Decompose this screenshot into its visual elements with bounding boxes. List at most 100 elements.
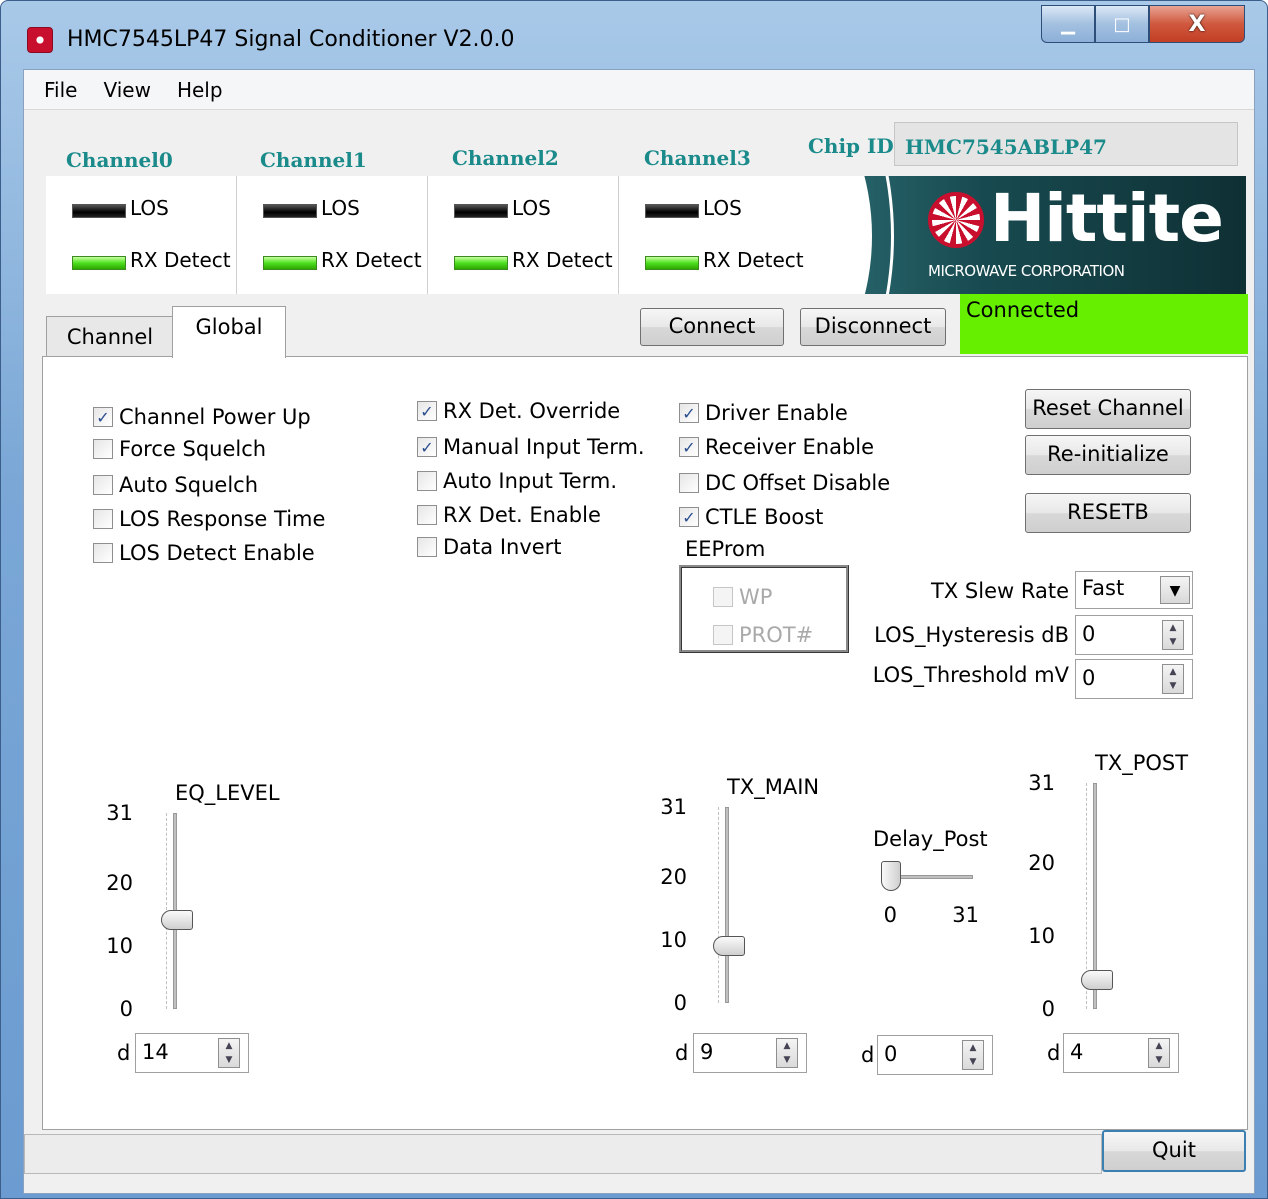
checkbox-box[interactable] — [93, 475, 113, 495]
channel0-leds: LOS RX Detect — [46, 176, 237, 294]
rx-det-override-checkbox[interactable]: ✓ RX Det. Override — [417, 399, 620, 423]
dropdown-arrow-icon[interactable]: ▼ — [1160, 576, 1190, 604]
checkbox-box[interactable] — [713, 625, 733, 645]
global-tab-panel: ✓ Channel Power Up Force Squelch Auto Squ… — [42, 356, 1248, 1130]
spin-arrows-icon[interactable]: ▲ ▼ — [1162, 620, 1184, 650]
channel2-label: Channel2 — [452, 146, 559, 170]
tick-label: 31 — [952, 903, 979, 927]
tx-post-spinbox[interactable]: 4 ▲ ▼ — [1063, 1033, 1179, 1073]
hittite-emblem-icon — [928, 192, 984, 248]
checkbox-label: LOS Detect Enable — [119, 541, 315, 565]
checkbox-box[interactable]: ✓ — [679, 403, 699, 423]
menu-view[interactable]: View — [91, 78, 164, 102]
channel3-label: Channel3 — [644, 146, 751, 170]
close-button[interactable]: X — [1149, 5, 1245, 43]
los-label: LOS — [321, 196, 360, 220]
reset-channel-button[interactable]: Reset Channel — [1025, 389, 1191, 429]
checkbox-box[interactable] — [417, 505, 437, 525]
tab-global[interactable]: Global — [172, 306, 286, 358]
checkbox-box[interactable] — [713, 587, 733, 607]
los-threshold-spinbox[interactable]: 0 ▲ ▼ — [1075, 659, 1193, 699]
checkbox-box[interactable]: ✓ — [417, 437, 437, 457]
los-indicator — [645, 204, 699, 218]
checkbox-box[interactable] — [93, 509, 113, 529]
tx-main-spinbox[interactable]: 9 ▲ ▼ — [693, 1033, 807, 1073]
channel0-label: Channel0 — [66, 148, 173, 172]
driver-enable-checkbox[interactable]: ✓ Driver Enable — [679, 401, 848, 425]
los-label: LOS — [512, 196, 551, 220]
tx-main-radix: d — [675, 1041, 689, 1065]
force-squelch-checkbox[interactable]: Force Squelch — [93, 437, 266, 461]
slider-thumb[interactable] — [713, 936, 745, 957]
resetb-button[interactable]: RESETB — [1025, 493, 1191, 533]
checkbox-box[interactable]: ✓ — [93, 407, 113, 427]
los-label: LOS — [703, 196, 742, 220]
hittite-logo: Hittite MICROWAVE CORPORATION — [812, 176, 1246, 294]
menu-file[interactable]: File — [24, 78, 91, 102]
spin-arrows-icon[interactable]: ▲ ▼ — [218, 1038, 240, 1068]
receiver-enable-checkbox[interactable]: ✓ Receiver Enable — [679, 435, 874, 459]
checkbox-box[interactable]: ✓ — [679, 437, 699, 457]
tick-label: 0 — [673, 991, 687, 1015]
checkbox-box[interactable] — [93, 543, 113, 563]
quit-button[interactable]: Quit — [1102, 1130, 1246, 1172]
app-logo-icon — [27, 27, 53, 53]
slider-ticks — [711, 807, 719, 1003]
menu-help[interactable]: Help — [165, 78, 237, 102]
tx-slew-rate-select[interactable]: Fast ▼ — [1075, 571, 1193, 609]
disconnect-button[interactable]: Disconnect — [800, 308, 946, 346]
slider-thumb[interactable] — [881, 861, 901, 891]
los-threshold-label: LOS_Threshold mV — [872, 663, 1069, 687]
window-title: HMC7545LP47 Signal Conditioner V2.0.0 — [67, 27, 515, 52]
auto-squelch-checkbox[interactable]: Auto Squelch — [93, 473, 258, 497]
los-response-time-checkbox[interactable]: LOS Response Time — [93, 507, 325, 531]
spin-arrows-icon[interactable]: ▲ ▼ — [1148, 1038, 1170, 1068]
checkbox-label: LOS Response Time — [119, 507, 326, 531]
minimize-button[interactable]: ▁ — [1041, 5, 1095, 43]
rx-det-enable-checkbox[interactable]: RX Det. Enable — [417, 503, 601, 527]
maximize-button[interactable]: □ — [1095, 5, 1149, 43]
chip-id-field: HMC7545ABLP47 — [894, 122, 1238, 166]
checkbox-label: PROT# — [739, 623, 814, 647]
checkbox-label: Force Squelch — [119, 437, 267, 461]
spin-arrows-icon[interactable]: ▲ ▼ — [962, 1040, 984, 1070]
slider-thumb[interactable] — [1081, 969, 1113, 990]
dc-offset-disable-checkbox[interactable]: DC Offset Disable — [679, 471, 890, 495]
logo-subtitle: MICROWAVE CORPORATION — [928, 262, 1125, 280]
slider-track[interactable] — [725, 807, 729, 1003]
manual-input-term-checkbox[interactable]: ✓ Manual Input Term. — [417, 435, 645, 459]
tab-channel[interactable]: Channel — [46, 316, 174, 356]
wp-checkbox[interactable]: WP — [713, 585, 772, 609]
checkbox-label: CTLE Boost — [705, 505, 824, 529]
slider-thumb[interactable] — [161, 910, 193, 931]
checkbox-box[interactable] — [679, 473, 699, 493]
eq-level-label: EQ_LEVEL — [175, 781, 280, 805]
checkbox-box[interactable] — [417, 471, 437, 491]
channel-power-up-checkbox[interactable]: ✓ Channel Power Up — [93, 405, 311, 429]
ctle-boost-checkbox[interactable]: ✓ CTLE Boost — [679, 505, 823, 529]
checkbox-box[interactable] — [93, 439, 113, 459]
delay-post-spinbox[interactable]: 0 ▲ ▼ — [877, 1035, 993, 1075]
eq-level-spinbox[interactable]: 14 ▲ ▼ — [135, 1033, 249, 1073]
rx-detect-label: RX Detect — [703, 248, 804, 272]
delay-post-label: Delay_Post — [873, 827, 988, 851]
connect-button[interactable]: Connect — [640, 308, 784, 346]
spin-arrows-icon[interactable]: ▲ ▼ — [776, 1038, 798, 1068]
los-hysteresis-spinbox[interactable]: 0 ▲ ▼ — [1075, 615, 1193, 655]
reinitialize-button[interactable]: Re-initialize — [1025, 435, 1191, 475]
led-panel: LOS RX Detect LOS RX Detect LOS RX Detec… — [46, 176, 812, 294]
los-detect-enable-checkbox[interactable]: LOS Detect Enable — [93, 541, 315, 565]
checkbox-box[interactable] — [417, 537, 437, 557]
tx-main-label: TX_MAIN — [727, 775, 820, 799]
prot-checkbox[interactable]: PROT# — [713, 623, 813, 647]
eeprom-label: EEProm — [685, 537, 766, 561]
data-invert-checkbox[interactable]: Data Invert — [417, 535, 562, 559]
checkbox-label: RX Det. Override — [443, 399, 621, 423]
spin-arrows-icon[interactable]: ▲ ▼ — [1162, 664, 1184, 694]
eq-level-radix: d — [117, 1041, 131, 1065]
checkbox-box[interactable]: ✓ — [417, 401, 437, 421]
checkbox-box[interactable]: ✓ — [679, 507, 699, 527]
title-bar[interactable]: HMC7545LP47 Signal Conditioner V2.0.0 ▁ … — [1, 1, 1267, 69]
auto-input-term-checkbox[interactable]: Auto Input Term. — [417, 469, 617, 493]
tx-post-value: 4 — [1070, 1040, 1084, 1064]
